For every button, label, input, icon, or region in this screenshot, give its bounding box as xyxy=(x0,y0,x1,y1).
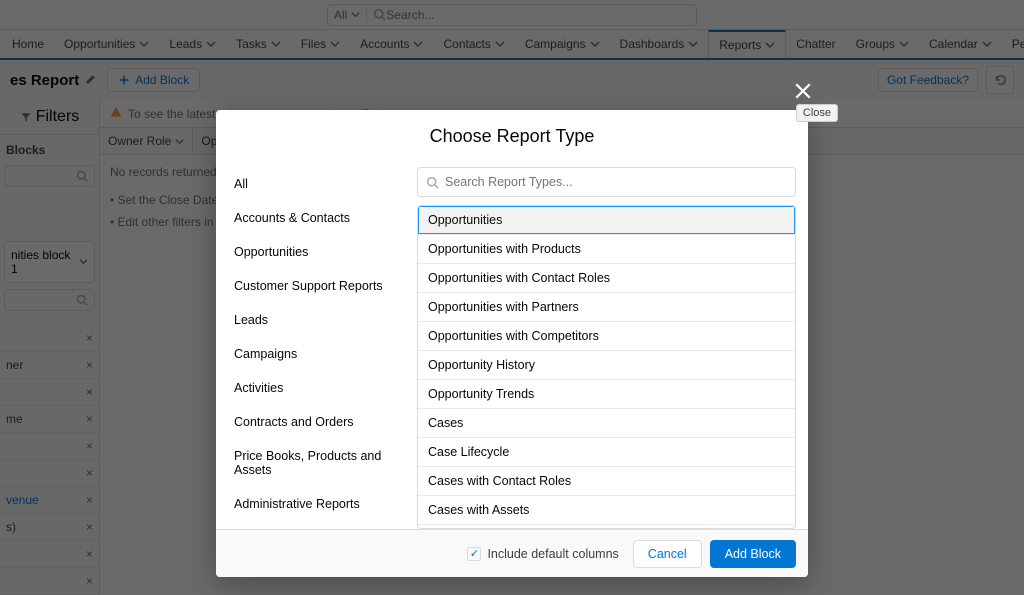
choose-report-type-modal: Choose Report Type AllAccounts & Contact… xyxy=(216,110,808,577)
category-item[interactable]: Customer Support Reports xyxy=(234,269,393,303)
category-item[interactable]: Leads xyxy=(234,303,393,337)
report-type-list: OpportunitiesOpportunities with Products… xyxy=(417,205,796,529)
close-tooltip: Close xyxy=(796,104,838,122)
report-type-item[interactable]: Opportunities with Competitors xyxy=(418,322,795,351)
category-item[interactable]: File and Content Reports xyxy=(234,521,393,529)
category-item[interactable]: Contracts and Orders xyxy=(234,405,393,439)
report-type-item[interactable]: Cases with Assets xyxy=(418,496,795,525)
report-type-item[interactable]: Cases xyxy=(418,409,795,438)
modal-overlay: Close Choose Report Type AllAccounts & C… xyxy=(0,0,1024,595)
category-item[interactable]: All xyxy=(234,167,393,201)
category-item[interactable]: Accounts & Contacts xyxy=(234,201,393,235)
report-type-item[interactable]: Opportunities xyxy=(418,206,795,235)
type-search-input[interactable] xyxy=(445,175,787,189)
cancel-button[interactable]: Cancel xyxy=(633,540,702,568)
close-modal-button[interactable] xyxy=(794,82,812,105)
category-list: AllAccounts & ContactsOpportunitiesCusto… xyxy=(216,161,411,529)
category-item[interactable]: Opportunities xyxy=(234,235,393,269)
report-type-item[interactable]: Opportunity Trends xyxy=(418,380,795,409)
type-search-box[interactable] xyxy=(417,167,796,197)
report-type-item[interactable]: Opportunities with Partners xyxy=(418,293,795,322)
add-block-primary-button[interactable]: Add Block xyxy=(710,540,796,568)
report-type-item[interactable]: Opportunities with Contact Roles xyxy=(418,264,795,293)
report-type-item[interactable]: Case Lifecycle xyxy=(418,438,795,467)
category-item[interactable]: Administrative Reports xyxy=(234,487,393,521)
category-item[interactable]: Activities xyxy=(234,371,393,405)
search-icon xyxy=(426,176,439,189)
report-type-item[interactable]: Opportunities with Products xyxy=(418,235,795,264)
category-item[interactable]: Campaigns xyxy=(234,337,393,371)
report-type-item[interactable]: Opportunity History xyxy=(418,351,795,380)
include-default-columns[interactable]: ✓Include default columns xyxy=(467,547,618,561)
category-item[interactable]: Price Books, Products and Assets xyxy=(234,439,393,487)
modal-footer: ✓Include default columns Cancel Add Bloc… xyxy=(216,529,808,577)
report-type-item[interactable]: Cases with Solutions xyxy=(418,525,795,529)
report-type-item[interactable]: Cases with Contact Roles xyxy=(418,467,795,496)
checkbox-icon: ✓ xyxy=(467,547,481,561)
modal-title: Choose Report Type xyxy=(216,110,808,161)
